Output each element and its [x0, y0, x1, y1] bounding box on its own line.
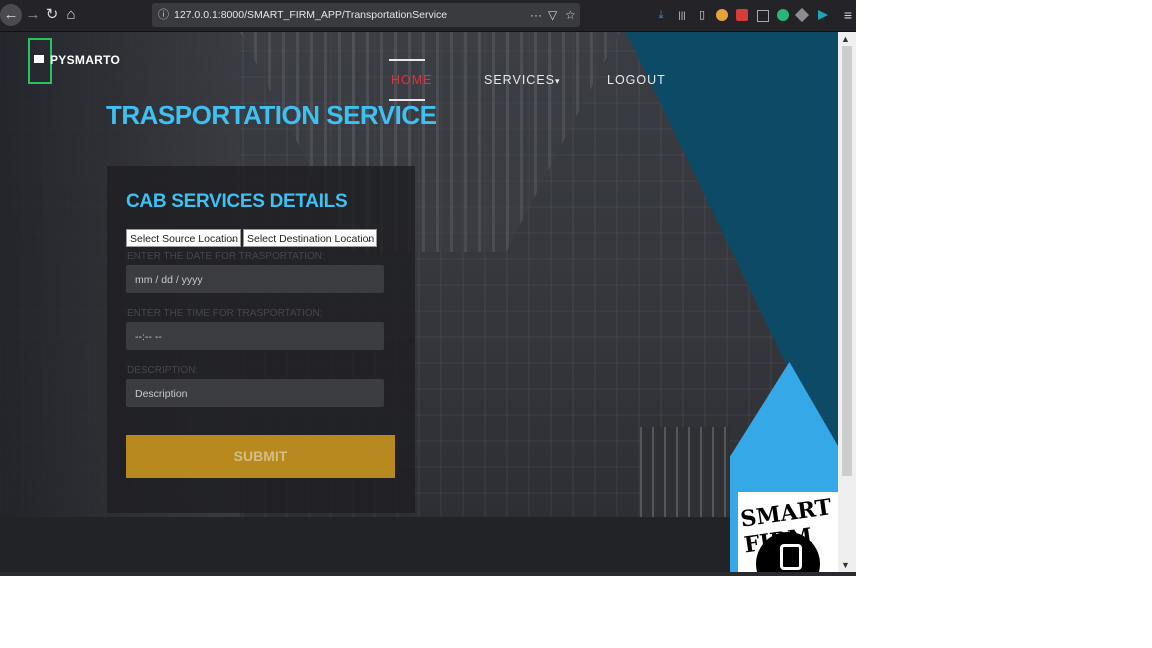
extension-icon[interactable] — [757, 10, 769, 22]
source-location-select[interactable]: Select Source Location ⌄ — [126, 229, 241, 247]
nav-home[interactable]: HOME — [391, 73, 433, 87]
cab-form-card: CAB SERVICES DETAILS Select Source Locat… — [107, 166, 415, 513]
bookmark-star-icon[interactable]: ☆ — [565, 3, 576, 27]
nav-underline — [389, 59, 425, 61]
description-input[interactable]: Description — [126, 379, 384, 407]
date-input[interactable]: mm / dd / yyyy — [126, 265, 384, 293]
source-location-value: Select Source Location — [130, 233, 238, 245]
address-bar-url[interactable]: 127.0.0.1:8000/SMART_FIRM_APP/Transporta… — [174, 3, 447, 27]
library-icon[interactable]: ||| — [675, 6, 689, 24]
time-input[interactable]: --:-- -- — [126, 322, 384, 350]
scroll-down-icon[interactable]: ▼ — [841, 560, 850, 570]
address-bar[interactable]: ⓘ 127.0.0.1:8000/SMART_FIRM_APP/Transpor… — [152, 3, 580, 27]
nav-logout[interactable]: LOGOUT — [607, 73, 666, 87]
pocket-icon[interactable]: ▽ — [548, 3, 557, 27]
briefcase-icon — [34, 55, 44, 63]
scroll-up-icon[interactable]: ▲ — [841, 34, 850, 44]
more-icon[interactable]: ··· — [530, 3, 542, 27]
chevron-down-icon: ▾ — [555, 76, 561, 86]
browser-toolbar: ← → ↻ ⌂ ⓘ 127.0.0.1:8000/SMART_FIRM_APP/… — [0, 0, 856, 32]
description-label: DESCRIPTION: — [127, 365, 199, 376]
scrollbar-thumb[interactable] — [842, 46, 852, 476]
scrollbar[interactable]: ▲ ▼ — [838, 32, 856, 572]
brand-name[interactable]: PYSMARTO — [50, 53, 120, 67]
extension-icon[interactable] — [794, 7, 810, 23]
page-title: TRASPORTATION SERVICE — [106, 100, 437, 130]
smart-firm-logo: SMART FIRM — [738, 492, 838, 572]
info-icon[interactable]: ⓘ — [158, 3, 169, 27]
nav-services[interactable]: SERVICES▾ — [484, 73, 561, 87]
destination-location-value: Select Destination Location — [247, 233, 375, 245]
submit-button[interactable]: SUBMIT — [126, 435, 395, 478]
footer-strip — [0, 517, 730, 572]
date-label: ENTER THE DATE FOR TRASPORTATION: — [127, 251, 325, 262]
time-label: ENTER THE TIME FOR TRASPORTATION: — [127, 308, 323, 319]
screenshot: ← → ↻ ⌂ ⓘ 127.0.0.1:8000/SMART_FIRM_APP/… — [0, 0, 856, 576]
chevron-down-icon: ⌄ — [229, 234, 237, 244]
logo[interactable] — [28, 38, 52, 84]
web-page: PYSMARTO HOME SERVICES▾ LOGOUT TRASPORTA… — [0, 32, 838, 572]
back-icon[interactable]: ← — [0, 4, 22, 26]
extension-icon[interactable] — [777, 9, 789, 21]
sidebar-icon[interactable]: ▯ — [696, 6, 708, 24]
nav-services-label: SERVICES — [484, 73, 555, 87]
chevron-down-icon: ⌄ — [365, 234, 373, 244]
download-icon[interactable]: ⤓ — [655, 6, 667, 24]
destination-location-select[interactable]: Select Destination Location ⌄ — [243, 229, 377, 247]
extension-icon[interactable] — [818, 10, 828, 20]
extension-icon[interactable] — [716, 9, 728, 21]
extension-icon[interactable] — [736, 9, 748, 21]
home-icon[interactable]: ⌂ — [60, 4, 82, 26]
form-heading: CAB SERVICES DETAILS — [126, 191, 348, 212]
menu-icon[interactable]: ≡ — [842, 6, 854, 24]
